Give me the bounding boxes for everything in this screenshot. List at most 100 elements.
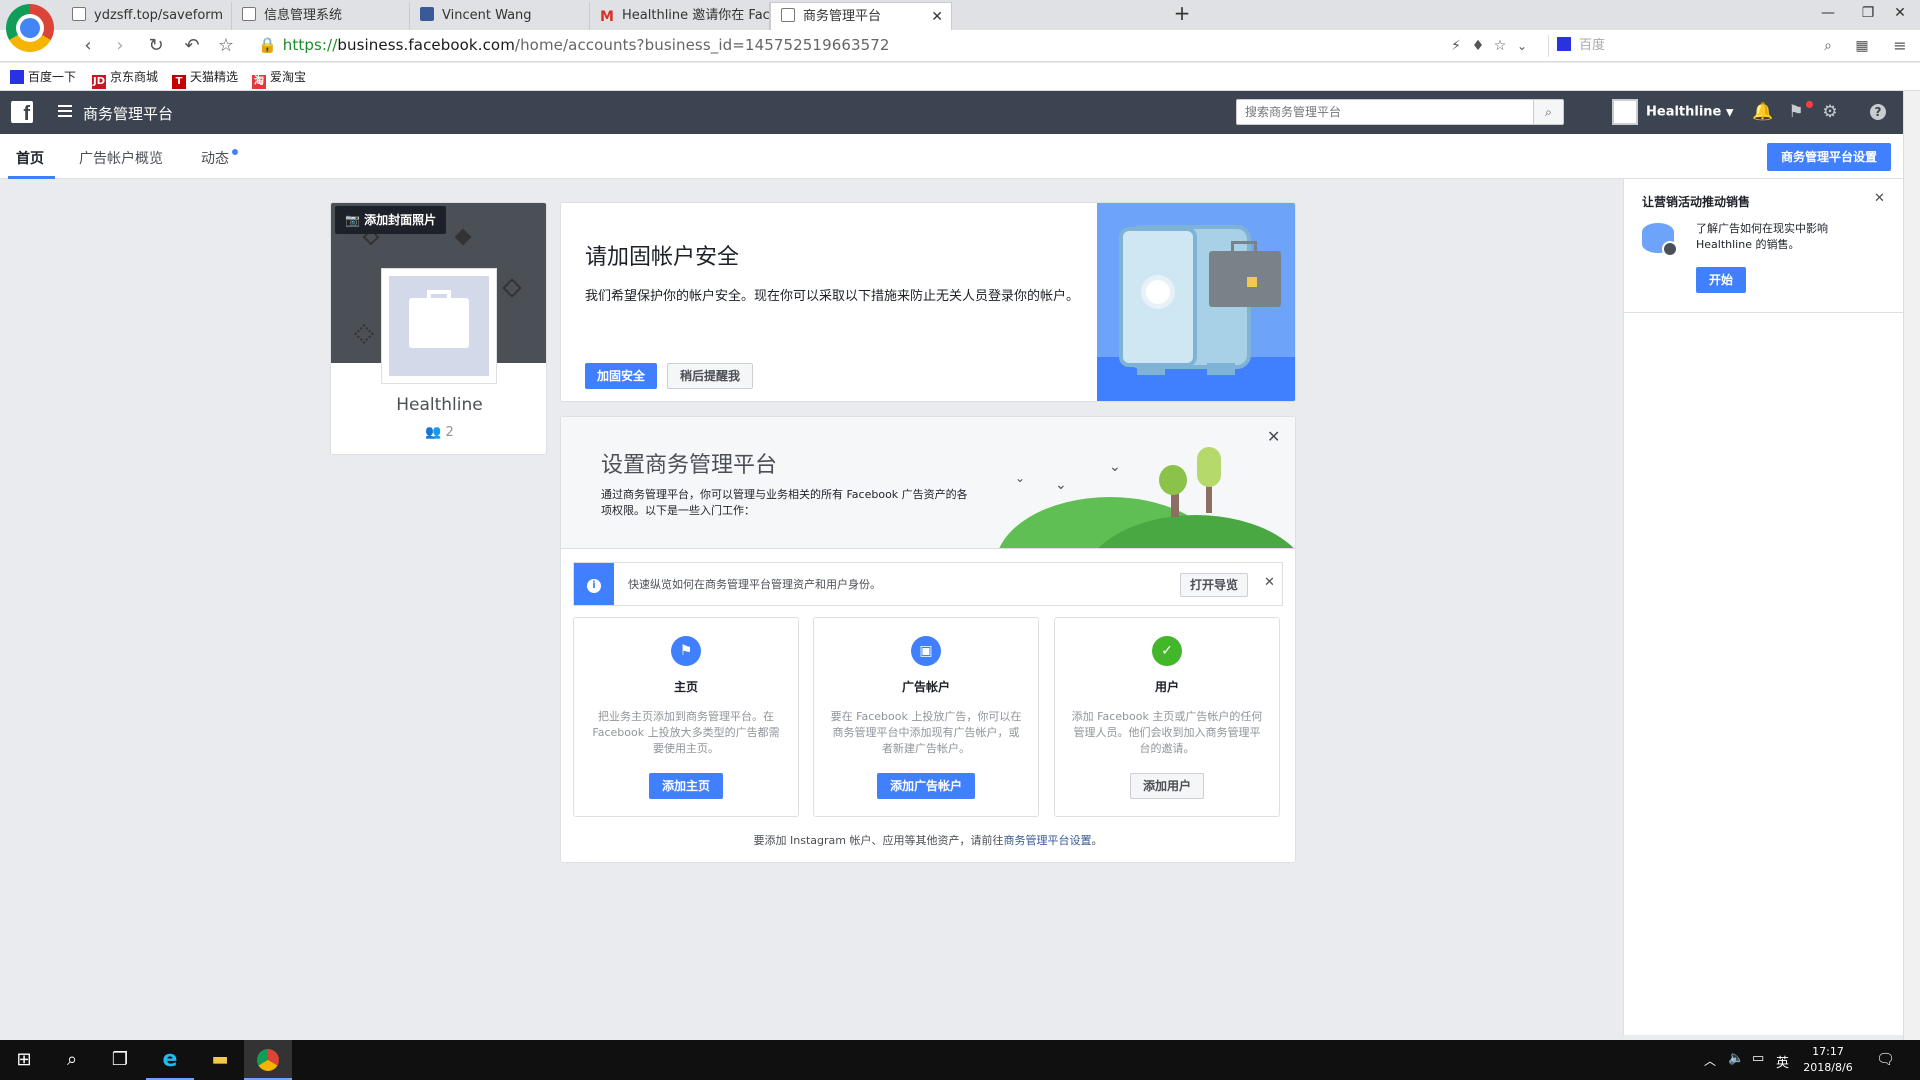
info-icon: i <box>574 563 614 605</box>
minimize-button[interactable]: — <box>1808 0 1848 28</box>
setup-card: 设置商务管理平台 通过商务管理平台，你可以管理与业务相关的所有 Facebook… <box>560 416 1296 863</box>
chevron-down-icon[interactable]: ⌄ <box>1510 34 1534 58</box>
help-icon[interactable]: ? <box>1870 104 1886 120</box>
right-panel: 让营销活动推动销售 ✕ 了解广告如何在现实中影响 Healthline 的销售。… <box>1623 179 1904 1035</box>
reload-icon[interactable]: ↻ <box>144 34 168 58</box>
setup-header: 设置商务管理平台 通过商务管理平台，你可以管理与业务相关的所有 Facebook… <box>561 417 1295 549</box>
close-icon[interactable]: ✕ <box>1267 427 1280 446</box>
tab-home[interactable]: 首页 <box>16 148 44 168</box>
back-icon[interactable]: ‹ <box>76 34 100 58</box>
safe-illustration <box>1097 203 1295 401</box>
star-outline-icon[interactable]: ☆ <box>1488 34 1512 58</box>
bookmark-jd[interactable]: JD 京东商城 <box>92 69 158 89</box>
promo-card: 让营销活动推动销售 ✕ 了解广告如何在现实中影响 Healthline 的销售。… <box>1624 179 1904 313</box>
pattern-icon <box>454 228 472 246</box>
business-profile-card: 📷 添加封面照片 Healthline 👥 2 <box>330 202 547 455</box>
add-user-button[interactable]: 添加用户 <box>1129 773 1204 799</box>
bell-icon[interactable]: 🔔 <box>1752 102 1773 122</box>
bookmark-baidu[interactable]: 百度一下 <box>10 69 76 85</box>
forward-icon[interactable]: › <box>108 34 132 58</box>
search-engine-box[interactable]: 百度 <box>1548 35 1848 57</box>
close-icon[interactable]: ✕ <box>1874 191 1885 206</box>
browser-taskbar-icon[interactable] <box>244 1040 292 1080</box>
setup-footer: 要添加 Instagram 帐户、应用等其他资产，请前往商务管理平台设置。 <box>753 834 1103 847</box>
undo-icon[interactable]: ↶ <box>180 34 204 58</box>
add-page-button[interactable]: 添加主页 <box>648 773 723 799</box>
notification-dot <box>1806 101 1813 108</box>
browser-tab[interactable]: Vincent Wang <box>410 2 590 30</box>
promo-desc: 了解广告如何在现实中影响 Healthline 的销售。 <box>1696 222 1828 251</box>
bookmarks-bar: 百度一下 JD 京东商城 T 天猫精选 淘爱淘宝 <box>0 63 1920 91</box>
add-ad-account-button[interactable]: 添加广告帐户 <box>876 773 975 799</box>
ime-indicator[interactable]: 英 <box>1776 1052 1789 1071</box>
page-icon <box>72 7 86 21</box>
add-cover-photo-button[interactable]: 📷 添加封面照片 <box>335 206 447 234</box>
search-icon[interactable]: ⌕ <box>1816 34 1840 58</box>
search-icon[interactable]: ⌕ <box>48 1040 96 1080</box>
search-input[interactable] <box>1237 100 1527 124</box>
bookmark-tmall[interactable]: T 天猫精选 <box>172 69 238 89</box>
lock-icon <box>1662 241 1678 257</box>
security-card: 请加固帐户安全 我们希望保护你的帐户安全。现在你可以采取以下措施来防止无关人员登… <box>560 202 1296 402</box>
start-button[interactable]: 开始 <box>1696 267 1746 293</box>
hamburger-menu-icon[interactable] <box>58 105 72 119</box>
secure-account-button[interactable]: 加固安全 <box>585 363 657 389</box>
folder-icon[interactable]: ▬ <box>196 1040 244 1080</box>
tmall-icon: T <box>172 75 186 89</box>
speaker-icon[interactable]: 🔈 <box>1728 1051 1744 1066</box>
business-name: Healthline <box>396 395 483 415</box>
browser-tab[interactable]: 信息管理系统 <box>232 2 410 30</box>
ie-icon[interactable]: e <box>146 1040 194 1080</box>
browser-tab-bar: ydzsff.top/saveform 信息管理系统 Vincent Wang … <box>0 0 1920 30</box>
tree-icon <box>1159 465 1187 495</box>
page-icon <box>242 7 256 21</box>
business-settings-link[interactable]: 商务管理平台设置 <box>1003 834 1091 847</box>
facebook-logo-icon[interactable]: f <box>11 101 33 125</box>
close-window-button[interactable]: ✕ <box>1880 0 1920 28</box>
notifications-icon[interactable]: 🗨 <box>1876 1050 1895 1068</box>
url-field[interactable]: 🔒 https://business.facebook.com/home/acco… <box>258 36 890 54</box>
close-icon[interactable]: ✕ <box>1264 575 1275 590</box>
facebook-icon <box>420 7 434 21</box>
info-banner: i 快速纵览如何在商务管理平台管理资产和用户身份。 打开导览 ✕ <box>573 562 1283 606</box>
star-icon[interactable]: ☆ <box>214 34 238 58</box>
fb-top-bar: f 商务管理平台 ⌕ Healthline ▼ 🔔 ⚑ ⚙ ? <box>0 91 1920 134</box>
browser-tab[interactable]: MHealthline 邀请你在 Facebook 主 <box>590 2 770 30</box>
close-tab-icon[interactable]: ✕ <box>931 3 943 30</box>
sub-nav: 首页 广告帐户概览 动态 商务管理平台设置 <box>0 134 1920 179</box>
new-tab-button[interactable]: + <box>1162 0 1202 28</box>
browser-tab-active[interactable]: 商务管理平台 ✕ <box>770 2 952 30</box>
scrollbar[interactable] <box>1903 91 1920 1040</box>
search-icon[interactable]: ⌕ <box>1533 100 1563 124</box>
flag-icon[interactable]: ⚑ <box>1786 102 1806 122</box>
chevron-up-icon[interactable]: ︿ <box>1704 1052 1716 1069</box>
clock[interactable]: 17:17 2018/8/6 <box>1796 1044 1860 1076</box>
lightning-icon[interactable]: ⚡ <box>1444 34 1468 58</box>
network-icon[interactable]: ▭ <box>1752 1051 1764 1066</box>
feature-card-ad-accounts: ▣ 广告帐户 要在 Facebook 上投放广告，你可以在商务管理平台中添加现有… <box>813 617 1039 817</box>
pattern-icon <box>502 278 522 298</box>
briefcase-icon <box>389 276 489 376</box>
tab-ad-overview[interactable]: 广告帐户概览 <box>79 148 163 168</box>
windows-start-icon[interactable]: ⊞ <box>0 1040 48 1080</box>
remind-later-button[interactable]: 稍后提醒我 <box>667 363 753 389</box>
feature-card-pages: ⚑ 主页 把业务主页添加到商务管理平台。在 Facebook 上投放大多类型的广… <box>573 617 799 817</box>
promo-title: 让营销活动推动销售 <box>1642 195 1751 209</box>
browser-tab[interactable]: ydzsff.top/saveform <box>62 2 232 30</box>
tree-icon <box>1197 447 1221 487</box>
open-tour-button[interactable]: 打开导览 <box>1180 573 1248 597</box>
baidu-icon <box>1557 37 1571 51</box>
chevron-down-icon: ▼ <box>1725 107 1734 119</box>
pattern-icon <box>354 324 374 344</box>
gear-icon[interactable]: ⚙ <box>1820 102 1840 122</box>
key-icon[interactable]: ♦ <box>1466 34 1490 58</box>
task-view-icon[interactable]: ❐ <box>96 1040 144 1080</box>
account-switcher[interactable]: Healthline ▼ <box>1612 99 1734 127</box>
ad-account-icon: ▣ <box>911 636 941 666</box>
business-settings-button[interactable]: 商务管理平台设置 <box>1767 143 1891 171</box>
menu-icon[interactable]: ≡ <box>1888 34 1912 58</box>
apps-icon[interactable]: ▦ <box>1850 34 1874 58</box>
bookmark-aitaobao[interactable]: 淘爱淘宝 <box>252 69 306 89</box>
app-title: 商务管理平台 <box>83 105 174 123</box>
tab-activity[interactable]: 动态 <box>201 148 229 168</box>
